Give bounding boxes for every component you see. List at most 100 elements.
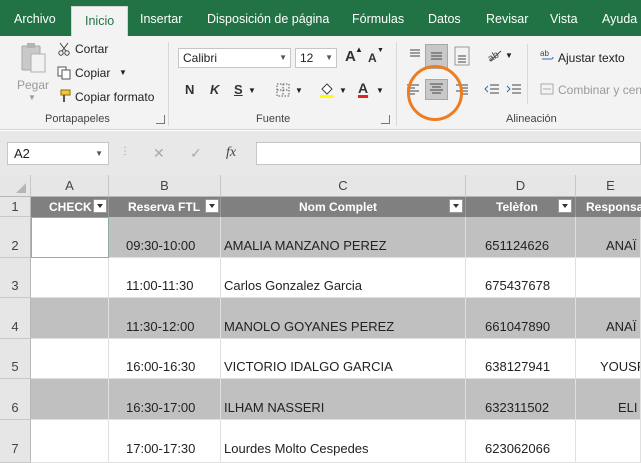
- header-cell-check[interactable]: CHECK: [31, 197, 109, 217]
- italic-button[interactable]: K: [210, 82, 219, 97]
- paste-button[interactable]: Pegar: [17, 78, 49, 92]
- check-cell[interactable]: [31, 298, 109, 339]
- reserva-cell[interactable]: 17:00-17:30: [109, 420, 221, 463]
- paste-dropdown-icon[interactable]: ▼: [28, 93, 36, 102]
- font-size-select[interactable]: 12 ▼: [295, 48, 337, 68]
- align-top-icon[interactable]: [408, 48, 422, 62]
- responsable-cell[interactable]: YOUSF: [576, 339, 641, 379]
- tab-datos[interactable]: Datos: [428, 0, 461, 36]
- header-cell-nom[interactable]: Nom Complet: [221, 197, 466, 217]
- tab-revisar[interactable]: Revisar: [486, 0, 528, 36]
- copy-button[interactable]: Copiar: [75, 66, 110, 80]
- orientation-dropdown-icon[interactable]: ▼: [505, 51, 513, 60]
- responsable-cell[interactable]: [576, 420, 641, 463]
- copy-dropdown-icon[interactable]: ▼: [119, 68, 127, 77]
- clipboard-launcher-icon[interactable]: [156, 115, 165, 124]
- telefon-cell[interactable]: 638127941: [466, 339, 576, 379]
- nom-cell[interactable]: Carlos Gonzalez Garcia: [221, 258, 466, 298]
- align-bottom-icon[interactable]: [454, 46, 470, 66]
- row-header[interactable]: 6: [0, 379, 31, 420]
- nom-cell[interactable]: MANOLO GOYANES PEREZ: [221, 298, 466, 339]
- row-header[interactable]: 3: [0, 258, 31, 298]
- scissors-icon[interactable]: [57, 42, 71, 56]
- tab-inicio[interactable]: Inicio: [71, 6, 129, 36]
- decrease-indent-icon[interactable]: [484, 82, 500, 96]
- borders-dropdown-icon[interactable]: ▼: [295, 86, 303, 95]
- filter-dropdown-icon[interactable]: [558, 199, 572, 213]
- tab-formulas[interactable]: Fórmulas: [352, 0, 404, 36]
- cancel-icon[interactable]: ✕: [153, 145, 165, 162]
- font-color-button[interactable]: A: [358, 80, 368, 96]
- reserva-cell[interactable]: 16:30-17:00: [109, 379, 221, 420]
- orientation-icon[interactable]: ab: [486, 47, 504, 64]
- responsable-cell[interactable]: ANAÏ: [576, 298, 641, 339]
- telefon-cell[interactable]: 651124626: [466, 217, 576, 258]
- reserva-cell[interactable]: 11:30-12:00: [109, 298, 221, 339]
- underline-dropdown-icon[interactable]: ▼: [248, 86, 256, 95]
- col-header-e[interactable]: E: [576, 175, 641, 197]
- font-color-dropdown-icon[interactable]: ▼: [376, 86, 384, 95]
- filter-dropdown-icon[interactable]: [205, 199, 219, 213]
- tab-disposicion-de-pagina[interactable]: Disposición de página: [207, 0, 329, 36]
- reserva-cell[interactable]: 09:30-10:00: [109, 217, 221, 258]
- merge-center-button[interactable]: Combinar y cen: [558, 83, 641, 97]
- telefon-cell[interactable]: 632311502: [466, 379, 576, 420]
- wrap-text-icon[interactable]: ab: [540, 48, 554, 62]
- responsable-cell[interactable]: ANAÏ: [576, 217, 641, 258]
- fill-color-icon[interactable]: [318, 81, 336, 99]
- copy-icon[interactable]: [57, 66, 71, 80]
- format-painter-button[interactable]: Copiar formato: [75, 90, 154, 104]
- check-cell[interactable]: [31, 420, 109, 463]
- fill-color-dropdown-icon[interactable]: ▼: [339, 86, 347, 95]
- underline-button[interactable]: S: [234, 82, 243, 97]
- nom-cell[interactable]: Lourdes Molto Cespedes: [221, 420, 466, 463]
- col-header-a[interactable]: A: [31, 175, 109, 197]
- telefon-cell[interactable]: 661047890: [466, 298, 576, 339]
- check-cell[interactable]: [31, 339, 109, 379]
- check-cell[interactable]: [31, 217, 109, 258]
- check-cell[interactable]: [31, 379, 109, 420]
- font-launcher-icon[interactable]: [381, 115, 390, 124]
- shrink-font-button[interactable]: A: [368, 51, 377, 65]
- row-header[interactable]: 2: [0, 217, 31, 258]
- tab-insertar[interactable]: Insertar: [140, 0, 182, 36]
- header-cell-responsable[interactable]: Responsa: [576, 197, 641, 217]
- borders-icon[interactable]: [276, 83, 290, 97]
- check-cell[interactable]: [31, 258, 109, 298]
- formula-input[interactable]: [256, 142, 641, 165]
- col-header-b[interactable]: B: [109, 175, 221, 197]
- select-all-corner[interactable]: [0, 175, 31, 197]
- name-box[interactable]: A2 ▼: [7, 142, 109, 165]
- merge-center-icon[interactable]: [540, 82, 554, 96]
- row-header[interactable]: 1: [0, 197, 31, 217]
- telefon-cell[interactable]: 675437678: [466, 258, 576, 298]
- header-cell-telefon[interactable]: Telèfon: [466, 197, 576, 217]
- tab-ayuda[interactable]: Ayuda: [602, 0, 637, 36]
- bold-button[interactable]: N: [185, 82, 194, 97]
- format-painter-icon[interactable]: [57, 89, 71, 103]
- reserva-cell[interactable]: 11:00-11:30: [109, 258, 221, 298]
- tab-vista[interactable]: Vista: [550, 0, 578, 36]
- wrap-text-button[interactable]: Ajustar texto: [558, 51, 625, 65]
- telefon-cell[interactable]: 623062066: [466, 420, 576, 463]
- paste-icon[interactable]: [19, 42, 47, 76]
- splitter-dots-icon[interactable]: ⋮: [120, 146, 130, 157]
- filter-dropdown-icon[interactable]: [93, 199, 107, 213]
- reserva-cell[interactable]: 16:00-16:30: [109, 339, 221, 379]
- tab-archivo[interactable]: Archivo: [14, 0, 56, 36]
- font-name-select[interactable]: Calibri ▼: [178, 48, 291, 68]
- header-cell-reserva[interactable]: Reserva FTL: [109, 197, 221, 217]
- insert-function-icon[interactable]: fx: [226, 145, 236, 161]
- cut-button[interactable]: Cortar: [75, 42, 108, 56]
- row-header[interactable]: 4: [0, 298, 31, 339]
- nom-cell[interactable]: ILHAM NASSERI: [221, 379, 466, 420]
- row-header[interactable]: 7: [0, 420, 31, 463]
- row-header[interactable]: 5: [0, 339, 31, 379]
- increase-indent-icon[interactable]: [506, 82, 522, 96]
- col-header-d[interactable]: D: [466, 175, 576, 197]
- col-header-c[interactable]: C: [221, 175, 466, 197]
- enter-icon[interactable]: ✓: [190, 145, 202, 162]
- responsable-cell[interactable]: ELI: [576, 379, 641, 420]
- responsable-cell[interactable]: [576, 258, 641, 298]
- nom-cell[interactable]: AMALIA MANZANO PEREZ: [221, 217, 466, 258]
